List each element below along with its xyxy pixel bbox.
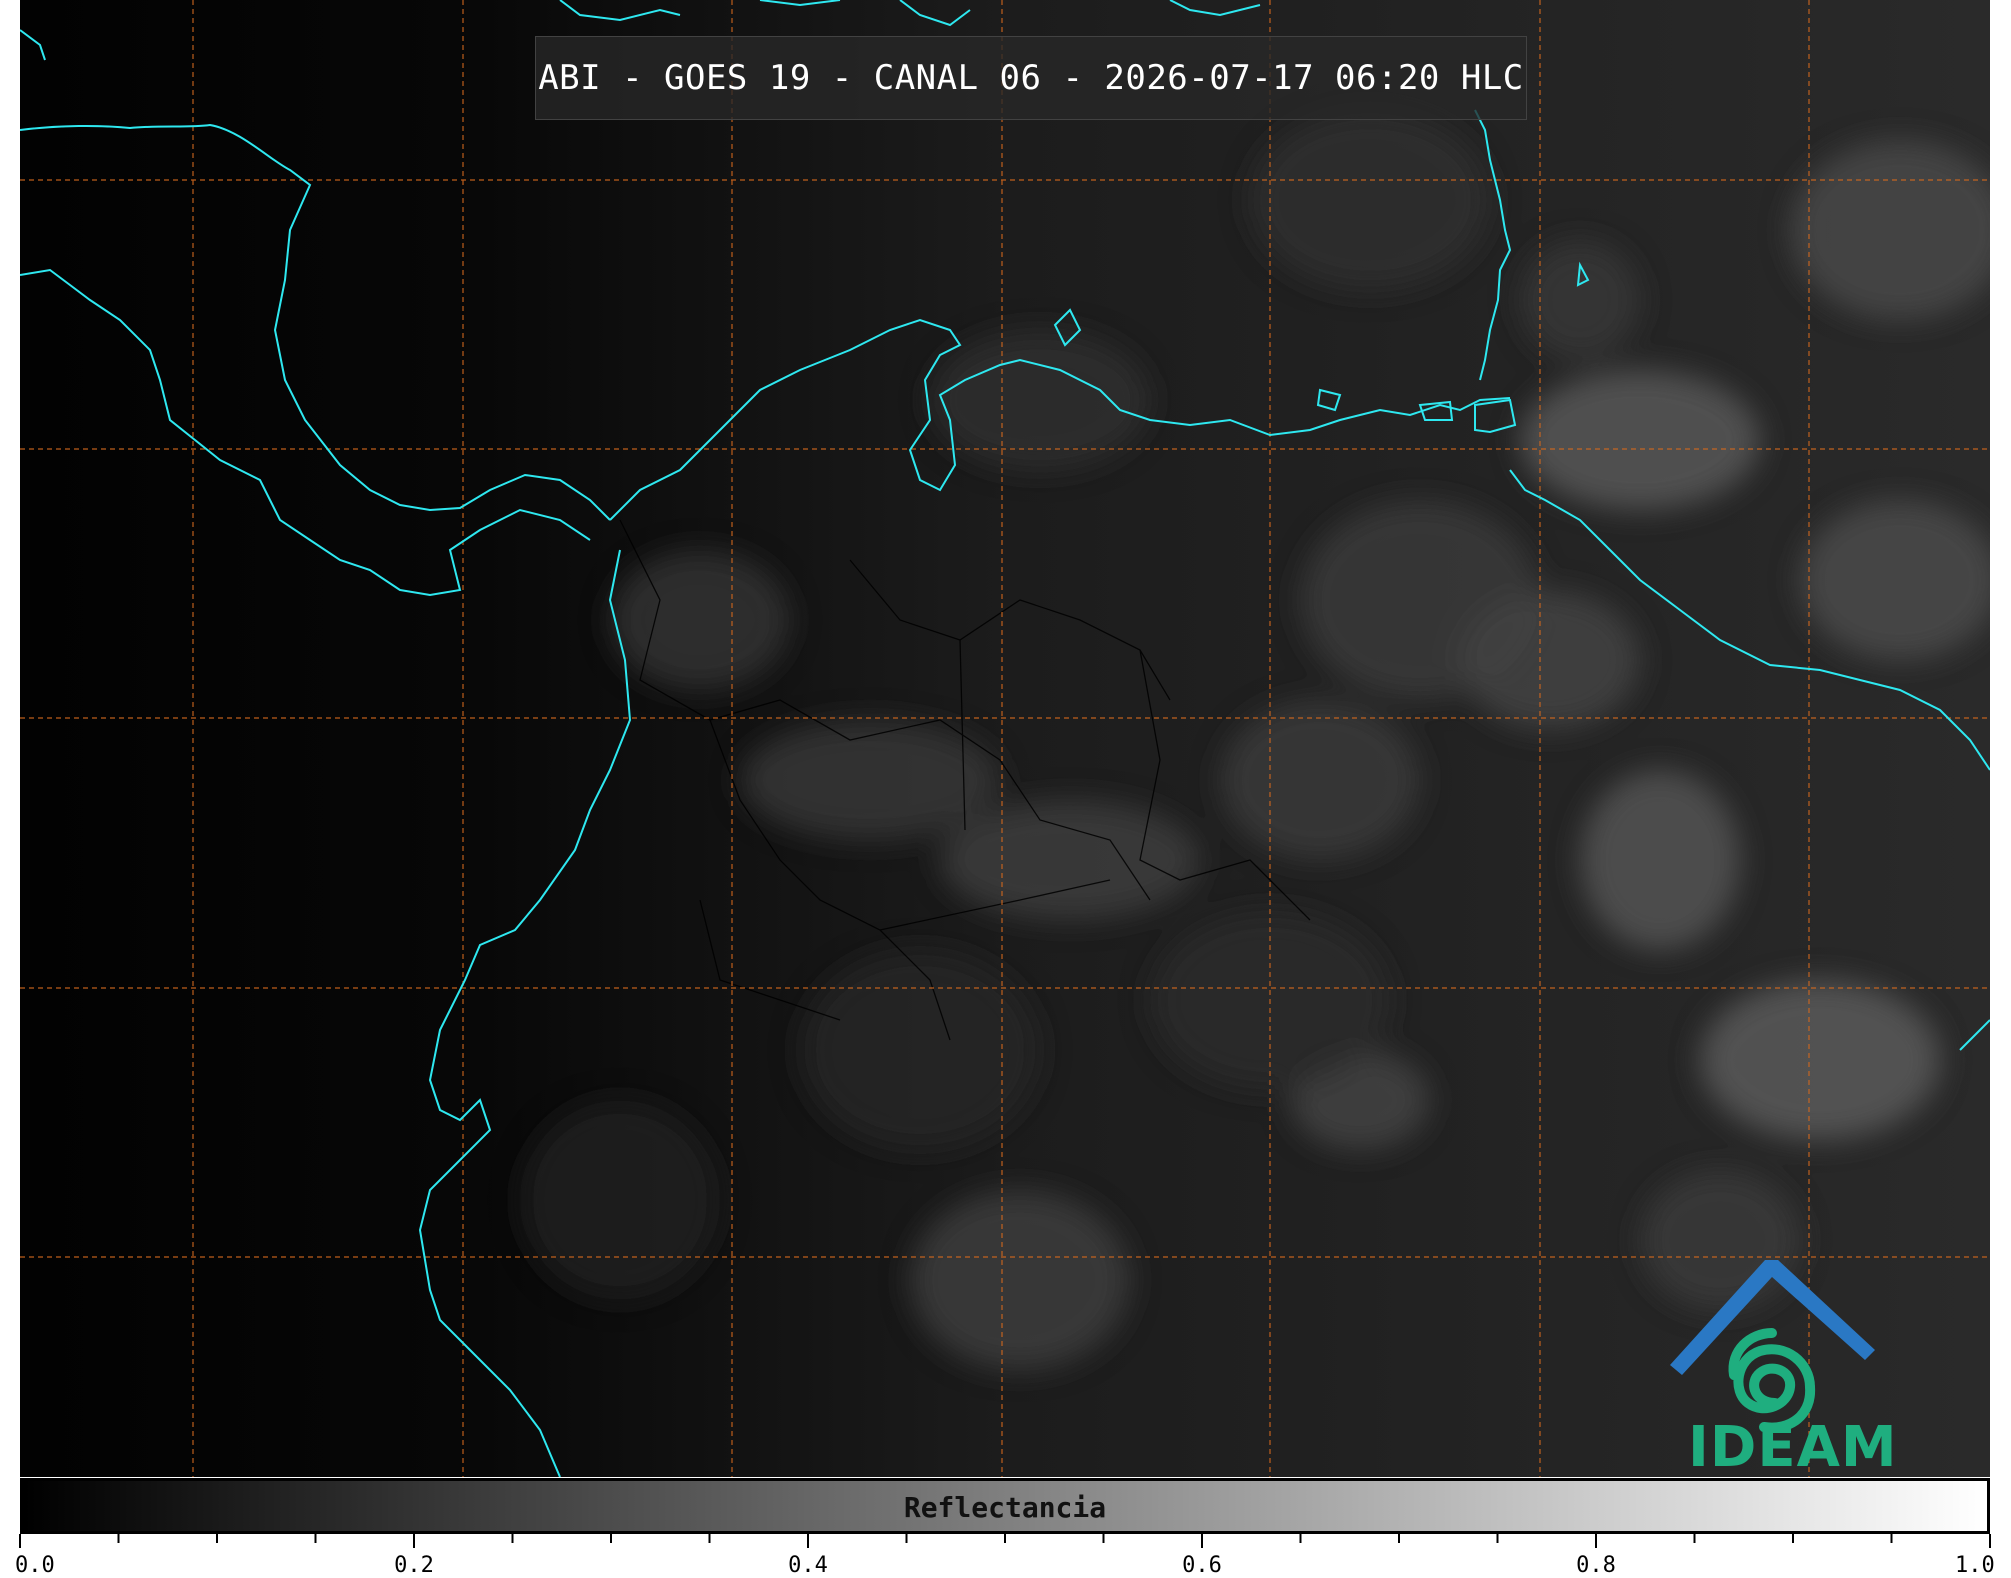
map-title: ABI - GOES 19 - CANAL 06 - 2026-07-17 06… [538, 58, 1524, 98]
logo-swirl-icon [1728, 1328, 1816, 1433]
tick-label: 1.0 [1955, 1553, 1995, 1578]
logo-roof-icon [1670, 1260, 1875, 1375]
colorbar: Reflectancia [20, 1478, 1990, 1534]
title-banner: ABI - GOES 19 - CANAL 06 - 2026-07-17 06… [535, 36, 1527, 120]
colorbar-label: Reflectancia [903, 1491, 1107, 1524]
tick-label: 0.6 [1182, 1553, 1222, 1578]
tick-label: 0.0 [15, 1553, 55, 1578]
tick-label: 0.2 [394, 1553, 434, 1578]
logo-text: IDEAM [1688, 1415, 1898, 1480]
tick-label: 0.4 [788, 1553, 828, 1578]
tick-label: 0.8 [1576, 1553, 1616, 1578]
colorbar-ticks [19, 1534, 1991, 1548]
